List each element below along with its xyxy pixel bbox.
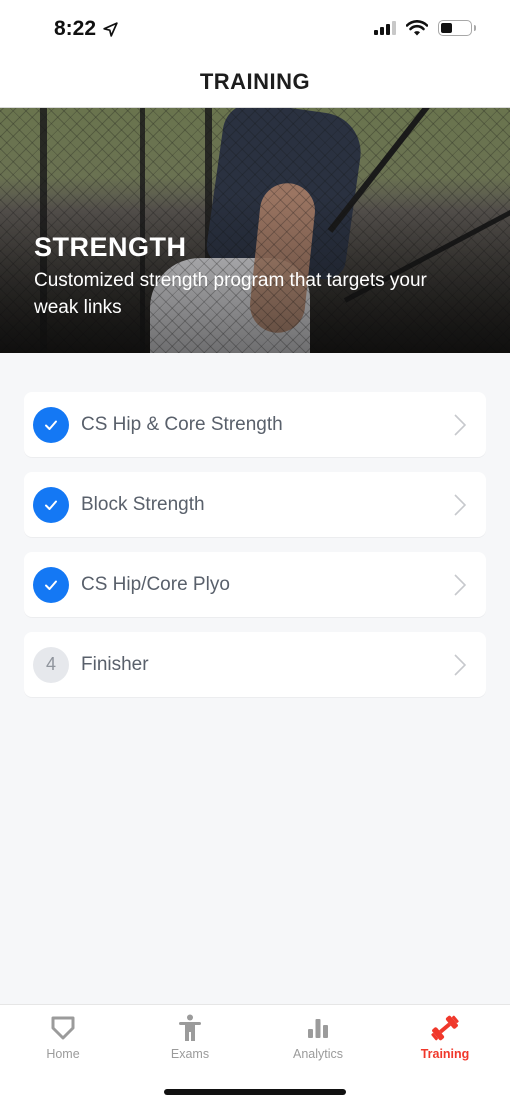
tab-home[interactable]: Home bbox=[13, 1013, 113, 1069]
checkmark-icon bbox=[45, 420, 57, 430]
workout-item[interactable]: CS Hip & Core Strength bbox=[24, 392, 486, 457]
workout-item[interactable]: Block Strength bbox=[24, 472, 486, 537]
cellular-signal-icon bbox=[374, 21, 396, 35]
workout-label: CS Hip/Core Plyo bbox=[81, 573, 230, 595]
status-bar: 8:22 bbox=[0, 0, 510, 56]
location-arrow-icon bbox=[103, 21, 118, 37]
checkmark-icon bbox=[45, 500, 57, 510]
tab-analytics[interactable]: Analytics bbox=[268, 1013, 368, 1069]
chevron-right-icon bbox=[454, 494, 466, 516]
tab-label: Analytics bbox=[292, 1047, 344, 1061]
tab-label: Home bbox=[46, 1047, 80, 1061]
workout-label: CS Hip & Core Strength bbox=[81, 413, 283, 435]
tab-label: Exams bbox=[170, 1047, 210, 1061]
tab-label: Training bbox=[420, 1047, 470, 1061]
workout-label: Block Strength bbox=[81, 493, 205, 515]
chevron-right-icon bbox=[454, 574, 466, 596]
workout-item[interactable]: 4 Finisher bbox=[24, 632, 486, 697]
wifi-icon bbox=[406, 20, 428, 36]
completed-badge bbox=[33, 566, 69, 603]
nav-header: TRAINING bbox=[0, 56, 510, 108]
completed-badge bbox=[33, 486, 69, 523]
chevron-right-icon bbox=[454, 414, 466, 436]
bar-chart-icon bbox=[308, 1019, 328, 1038]
tab-training[interactable]: Training bbox=[395, 1013, 495, 1069]
workout-list: CS Hip & Core Strength Block Strength CS… bbox=[24, 392, 486, 712]
workout-label: Finisher bbox=[81, 653, 149, 675]
step-number-badge: 4 bbox=[33, 646, 69, 683]
home-indicator[interactable] bbox=[164, 1089, 346, 1095]
page-title: TRAINING bbox=[199, 68, 311, 94]
person-figure-icon bbox=[179, 1014, 201, 1041]
hero-text: STRENGTH Customized strength program tha… bbox=[34, 232, 474, 321]
home-plate-icon bbox=[51, 1016, 75, 1040]
tab-exams[interactable]: Exams bbox=[140, 1013, 240, 1069]
hero-title: STRENGTH bbox=[34, 232, 187, 262]
workout-item[interactable]: CS Hip/Core Plyo bbox=[24, 552, 486, 617]
hero-banner: STRENGTH Customized strength program tha… bbox=[0, 108, 510, 353]
dumbbell-icon bbox=[431, 1015, 459, 1041]
chevron-right-icon bbox=[454, 654, 466, 676]
battery-icon bbox=[438, 20, 476, 36]
status-time: 8:22 bbox=[54, 17, 97, 40]
battery-level bbox=[441, 23, 453, 33]
checkmark-icon bbox=[45, 580, 57, 590]
hero-subtitle: Customized strength program that targets… bbox=[34, 270, 427, 318]
status-icons bbox=[374, 20, 476, 36]
status-time-group: 8:22 bbox=[54, 17, 119, 41]
completed-badge bbox=[33, 406, 69, 443]
